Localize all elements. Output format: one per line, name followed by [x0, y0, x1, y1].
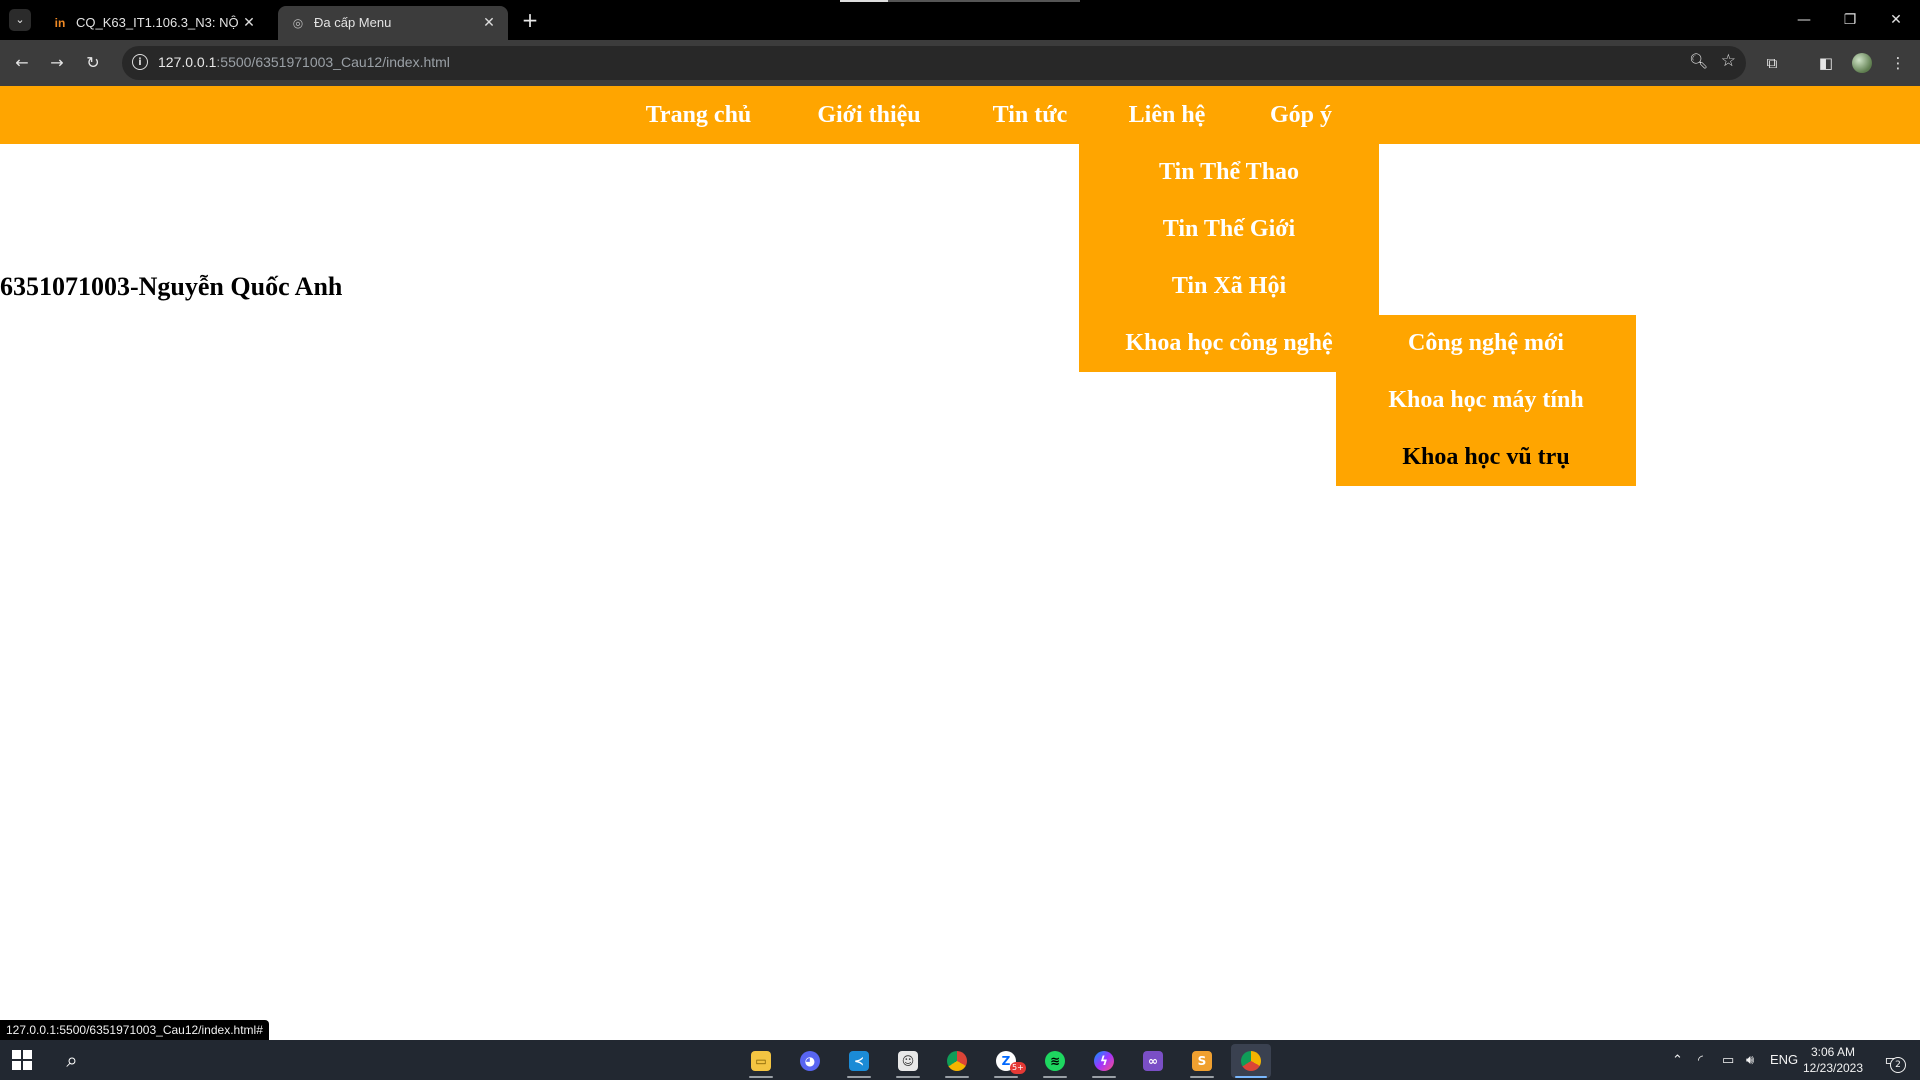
address-url[interactable]: 127.0.0.1:5500/6351971003_Cau12/index.ht…: [158, 54, 450, 70]
restore-icon[interactable]: ❐: [1836, 8, 1864, 32]
menu-item-gop-y[interactable]: Góp ý: [1256, 86, 1346, 144]
dropdown-item-tin-the-gioi[interactable]: Tin Thế Giới: [1079, 201, 1379, 258]
file-explorer-icon[interactable]: ▭: [741, 1044, 781, 1078]
browser-toolbar: ← → ↻ i 127.0.0.1:5500/6351971003_Cau12/…: [0, 40, 1920, 86]
site-info-icon[interactable]: i: [132, 54, 148, 70]
page-viewport: Trang chủ Giới thiệu Tin tức Liên hệ Góp…: [0, 86, 1920, 1040]
more-menu-icon[interactable]: ⋮: [1886, 51, 1910, 75]
spotify-icon[interactable]: ≋: [1035, 1044, 1075, 1078]
chrome-icon[interactable]: [937, 1044, 977, 1078]
back-arrow-icon[interactable]: ←: [10, 51, 34, 75]
language-indicator[interactable]: ENG: [1770, 1050, 1798, 1070]
browser-tab-active[interactable]: ◎ Đa cấp Menu ✕: [278, 6, 508, 40]
bookmark-star-icon[interactable]: ☆: [1721, 51, 1736, 71]
tab-search-chevron-icon[interactable]: ⌄: [9, 9, 31, 31]
volume-icon[interactable]: 🔊︎: [1746, 1050, 1754, 1070]
dropdown-item-tin-the-thao[interactable]: Tin Thể Thao: [1079, 144, 1379, 201]
notification-icon[interactable]: ▭2: [1880, 1049, 1906, 1073]
forward-arrow-icon[interactable]: →: [45, 51, 69, 75]
dropdown-tin-tuc: Tin Thể Thao Tin Thế Giới Tin Xã Hội Kho…: [1079, 144, 1379, 372]
discord-icon[interactable]: ◕: [790, 1044, 830, 1078]
network-icon[interactable]: ◜: [1698, 1050, 1703, 1070]
visual-studio-icon[interactable]: ∞: [1133, 1044, 1173, 1078]
tab-favicon: in: [54, 16, 66, 30]
student-id-heading: 6351071003-Nguyễn Quốc Anh: [0, 272, 343, 301]
submenu-item-khoa-hoc-vu-tru[interactable]: Khoa học vũ trụ: [1336, 429, 1636, 486]
url-host: 127.0.0.1: [158, 54, 217, 70]
tab-close-icon[interactable]: ✕: [480, 14, 498, 32]
browser-tab[interactable]: in CQ_K63_IT1.106.3_N3: NỘP BÀI ✕: [40, 6, 268, 40]
search-icon[interactable]: ⌕: [60, 1048, 84, 1072]
browser-tab-strip: ⌄ in CQ_K63_IT1.106.3_N3: NỘP BÀI ✕ ◎ Đa…: [0, 0, 1920, 40]
tab-title: Đa cấp Menu: [314, 15, 392, 30]
submenu-khoa-hoc-cong-nghe: Công nghệ mới Khoa học máy tính Khoa học…: [1336, 315, 1636, 486]
zalo-badge: 5+: [1010, 1062, 1026, 1074]
menu-item-lien-he[interactable]: Liên hệ: [1116, 86, 1218, 144]
clock[interactable]: 3:06 AM 12/23/2023: [1798, 1044, 1868, 1076]
new-tab-plus-icon[interactable]: +: [518, 8, 542, 32]
window-close-icon[interactable]: ✕: [1882, 8, 1910, 32]
menu-item-trang-chu[interactable]: Trang chủ: [630, 86, 767, 144]
submenu-item-khoa-hoc-may-tinh[interactable]: Khoa học máy tính: [1336, 372, 1636, 429]
sublime-icon[interactable]: S: [1182, 1044, 1222, 1078]
menu-item-tin-tuc[interactable]: Tin tức: [975, 86, 1085, 144]
reload-icon[interactable]: ↻: [81, 51, 105, 75]
extensions-puzzle-icon[interactable]: ⧉: [1760, 51, 1784, 75]
messenger-icon[interactable]: ϟ: [1084, 1044, 1124, 1078]
windows-start-icon[interactable]: [12, 1050, 32, 1070]
menu-item-gioi-thieu[interactable]: Giới thiệu: [800, 86, 938, 144]
url-path: :5500/6351971003_Cau12/index.html: [216, 54, 450, 70]
minimize-icon[interactable]: —: [1790, 8, 1818, 32]
profile-avatar[interactable]: [1852, 53, 1872, 73]
vscode-icon[interactable]: ≺: [839, 1044, 879, 1078]
globe-icon: ◎: [292, 16, 304, 30]
tab-close-icon[interactable]: ✕: [240, 14, 258, 32]
dropdown-item-tin-xa-hoi[interactable]: Tin Xã Hội: [1079, 258, 1379, 315]
main-nav-bar: Trang chủ Giới thiệu Tin tức Liên hệ Góp…: [0, 86, 1920, 144]
battery-icon[interactable]: ▭: [1722, 1050, 1734, 1070]
dropdown-item-khoa-hoc-cong-nghe[interactable]: Khoa học công nghệ: [1079, 315, 1379, 372]
loading-indicator-progress: [840, 0, 888, 2]
side-panel-icon[interactable]: ◧: [1814, 51, 1838, 75]
link-status-bubble: 127.0.0.1:5500/6351971003_Cau12/index.ht…: [0, 1020, 269, 1040]
clock-date: 12/23/2023: [1802, 1061, 1864, 1075]
app-icon[interactable]: ☺: [888, 1044, 928, 1078]
zalo-icon[interactable]: Z 5+: [986, 1044, 1026, 1078]
clock-time: 3:06 AM: [1810, 1045, 1856, 1059]
windows-taskbar: ⌕ ▭ ◕ ≺ ☺ Z 5+ ≋ ϟ ∞ S ⌃ ◜ ▭ 🔊︎ ENG 3:06 …: [0, 1040, 1920, 1080]
tab-title: CQ_K63_IT1.106.3_N3: NỘP BÀI: [76, 15, 238, 30]
address-bar[interactable]: i 127.0.0.1:5500/6351971003_Cau12/index.…: [122, 46, 1746, 80]
tray-chevron-up-icon[interactable]: ⌃: [1672, 1050, 1683, 1070]
notification-count: 2: [1890, 1057, 1906, 1073]
zoom-icon[interactable]: 🔍︎: [1689, 52, 1708, 70]
submenu-item-cong-nghe-moi[interactable]: Công nghệ mới: [1336, 315, 1636, 372]
chrome-canary-icon[interactable]: [1231, 1044, 1271, 1078]
